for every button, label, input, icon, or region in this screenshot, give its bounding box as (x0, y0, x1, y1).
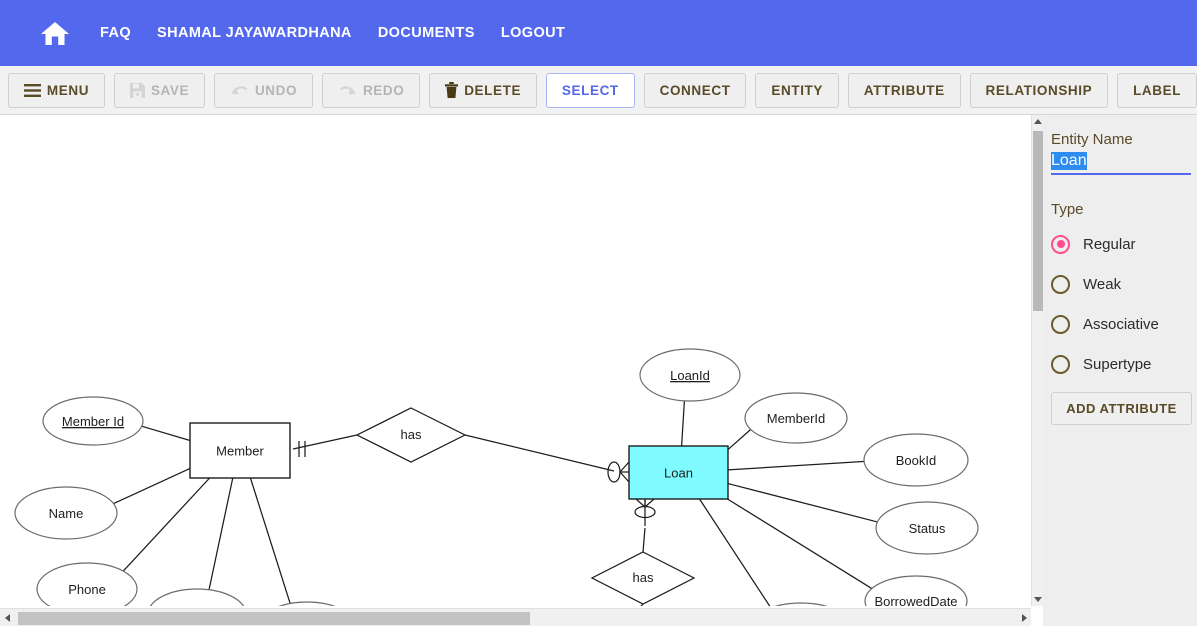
properties-panel: Entity Name Type Regular Weak Associativ… (1043, 115, 1197, 626)
er-diagram-editor: FAQ SHAMAL JAYAWARDHANA DOCUMENTS LOGOUT… (0, 0, 1197, 626)
canvas-horizontal-scrollbar[interactable] (0, 608, 1031, 626)
radio-weak-icon (1051, 274, 1070, 294)
select-button-label: SELECT (561, 82, 619, 98)
menu-button-label: MENU (46, 82, 90, 98)
type-option-regular[interactable]: Regular (1051, 224, 1191, 264)
nav-link-logout[interactable]: LOGOUT (501, 25, 565, 41)
entity-name-input[interactable] (1051, 152, 1191, 175)
top-navbar: FAQ SHAMAL JAYAWARDHANA DOCUMENTS LOGOUT (0, 0, 1197, 66)
home-icon[interactable] (38, 16, 72, 50)
nav-link-faq[interactable]: FAQ (100, 25, 131, 41)
attribute-ellipse[interactable] (258, 601, 356, 606)
add-attribute-button[interactable]: ADD ATTRIBUTE (1051, 392, 1192, 425)
nav-link-documents[interactable]: DOCUMENTS (378, 25, 475, 41)
attribute-connector (727, 460, 868, 471)
attribute-connector (249, 477, 292, 606)
shape-label: Member Id (62, 414, 124, 429)
canvas-vertical-scrollbar[interactable] (1031, 115, 1043, 606)
trash-icon (445, 82, 459, 98)
relationship-connector (292, 434, 358, 450)
attribute-ellipse[interactable] (751, 602, 851, 606)
radio-supertype-icon (1051, 354, 1070, 374)
type-label: Type (1051, 201, 1084, 218)
type-option-supertype[interactable]: Supertype (1051, 344, 1191, 384)
er-diagram-svg: hashas MemberLoanBook Member IdNamePhone… (14, 348, 979, 606)
select-button[interactable]: SELECT (545, 72, 635, 108)
shape-label: MemberId (767, 411, 826, 426)
relationship-button[interactable]: RELATIONSHIP (969, 72, 1109, 108)
shape-label: has (633, 570, 654, 585)
undo-button[interactable]: UNDO (214, 72, 314, 108)
nav-link-user[interactable]: SHAMAL JAYAWARDHANA (157, 25, 352, 41)
undo-icon (230, 83, 249, 97)
menu-button[interactable]: MENU (8, 72, 105, 108)
relationship-connector (642, 527, 646, 553)
connect-button[interactable]: CONNECT (643, 72, 747, 108)
cardinality-zero-marker (607, 461, 621, 483)
vertical-scroll-thumb[interactable] (1033, 131, 1043, 311)
shape-label: Status (909, 521, 946, 536)
relationship-connector (464, 434, 615, 472)
attribute-button[interactable]: ATTRIBUTE (847, 72, 961, 108)
editor-toolbar: MENU SAVE UNDO REDO DELETE SELECT CONNEC… (0, 66, 1197, 115)
attribute-connector (138, 424, 191, 442)
type-option-supertype-label: Supertype (1083, 355, 1152, 373)
attribute-ellipse[interactable] (148, 588, 246, 606)
label-button[interactable]: LABEL (1117, 72, 1197, 108)
entity-button[interactable]: ENTITY (755, 72, 839, 108)
diagram-canvas[interactable]: hashas MemberLoanBook Member IdNamePhone… (0, 115, 1031, 606)
shape-label: has (401, 427, 422, 442)
type-option-associative-label: Associative (1083, 315, 1159, 333)
connect-button-label: CONNECT (659, 82, 731, 98)
attribute-connector (681, 399, 686, 447)
attribute-connector (727, 427, 753, 451)
relationship-button-label: RELATIONSHIP (985, 82, 1093, 98)
delete-button-label: DELETE (464, 82, 522, 98)
attribute-connector (121, 477, 211, 574)
entity-button-label: ENTITY (771, 82, 824, 98)
label-button-label: LABEL (1133, 82, 1182, 98)
redo-button[interactable]: REDO (322, 72, 421, 108)
attribute-connector (208, 477, 234, 592)
horizontal-scroll-thumb[interactable] (18, 612, 530, 625)
shape-label: BookId (896, 453, 936, 468)
attribute-layer: Member IdNamePhoneEmailStatusLoanIdMembe… (14, 348, 979, 606)
radio-associative-icon (1051, 314, 1070, 334)
shape-label: LoanId (670, 368, 710, 383)
attribute-connector (727, 482, 881, 524)
relationship-connector (640, 603, 644, 606)
save-button-label: SAVE (150, 82, 190, 98)
radio-regular-icon (1051, 234, 1070, 254)
type-option-associative[interactable]: Associative (1051, 304, 1191, 344)
save-button[interactable]: SAVE (114, 72, 206, 108)
shape-label: Phone (68, 582, 106, 597)
scroll-right-arrow-icon[interactable] (1017, 609, 1031, 626)
scroll-left-arrow-icon[interactable] (0, 609, 14, 626)
undo-button-label: UNDO (254, 82, 298, 98)
attribute-connector (698, 498, 771, 606)
entity-name-label: Entity Name (1051, 131, 1133, 148)
save-icon (129, 82, 145, 98)
shape-label: BorrowedDate (874, 594, 957, 606)
shape-label: Member (216, 444, 264, 459)
shape-label: Name (49, 506, 84, 521)
shape-label: Loan (664, 466, 693, 481)
attribute-button-label: ATTRIBUTE (863, 82, 945, 98)
type-option-weak-label: Weak (1083, 275, 1122, 293)
attribute-connector (110, 467, 191, 506)
type-option-regular-label: Regular (1083, 235, 1136, 253)
redo-icon (338, 83, 357, 97)
delete-button[interactable]: DELETE (429, 72, 537, 108)
redo-button-label: REDO (362, 82, 405, 98)
hamburger-icon (23, 83, 41, 97)
type-option-weak[interactable]: Weak (1051, 264, 1191, 304)
